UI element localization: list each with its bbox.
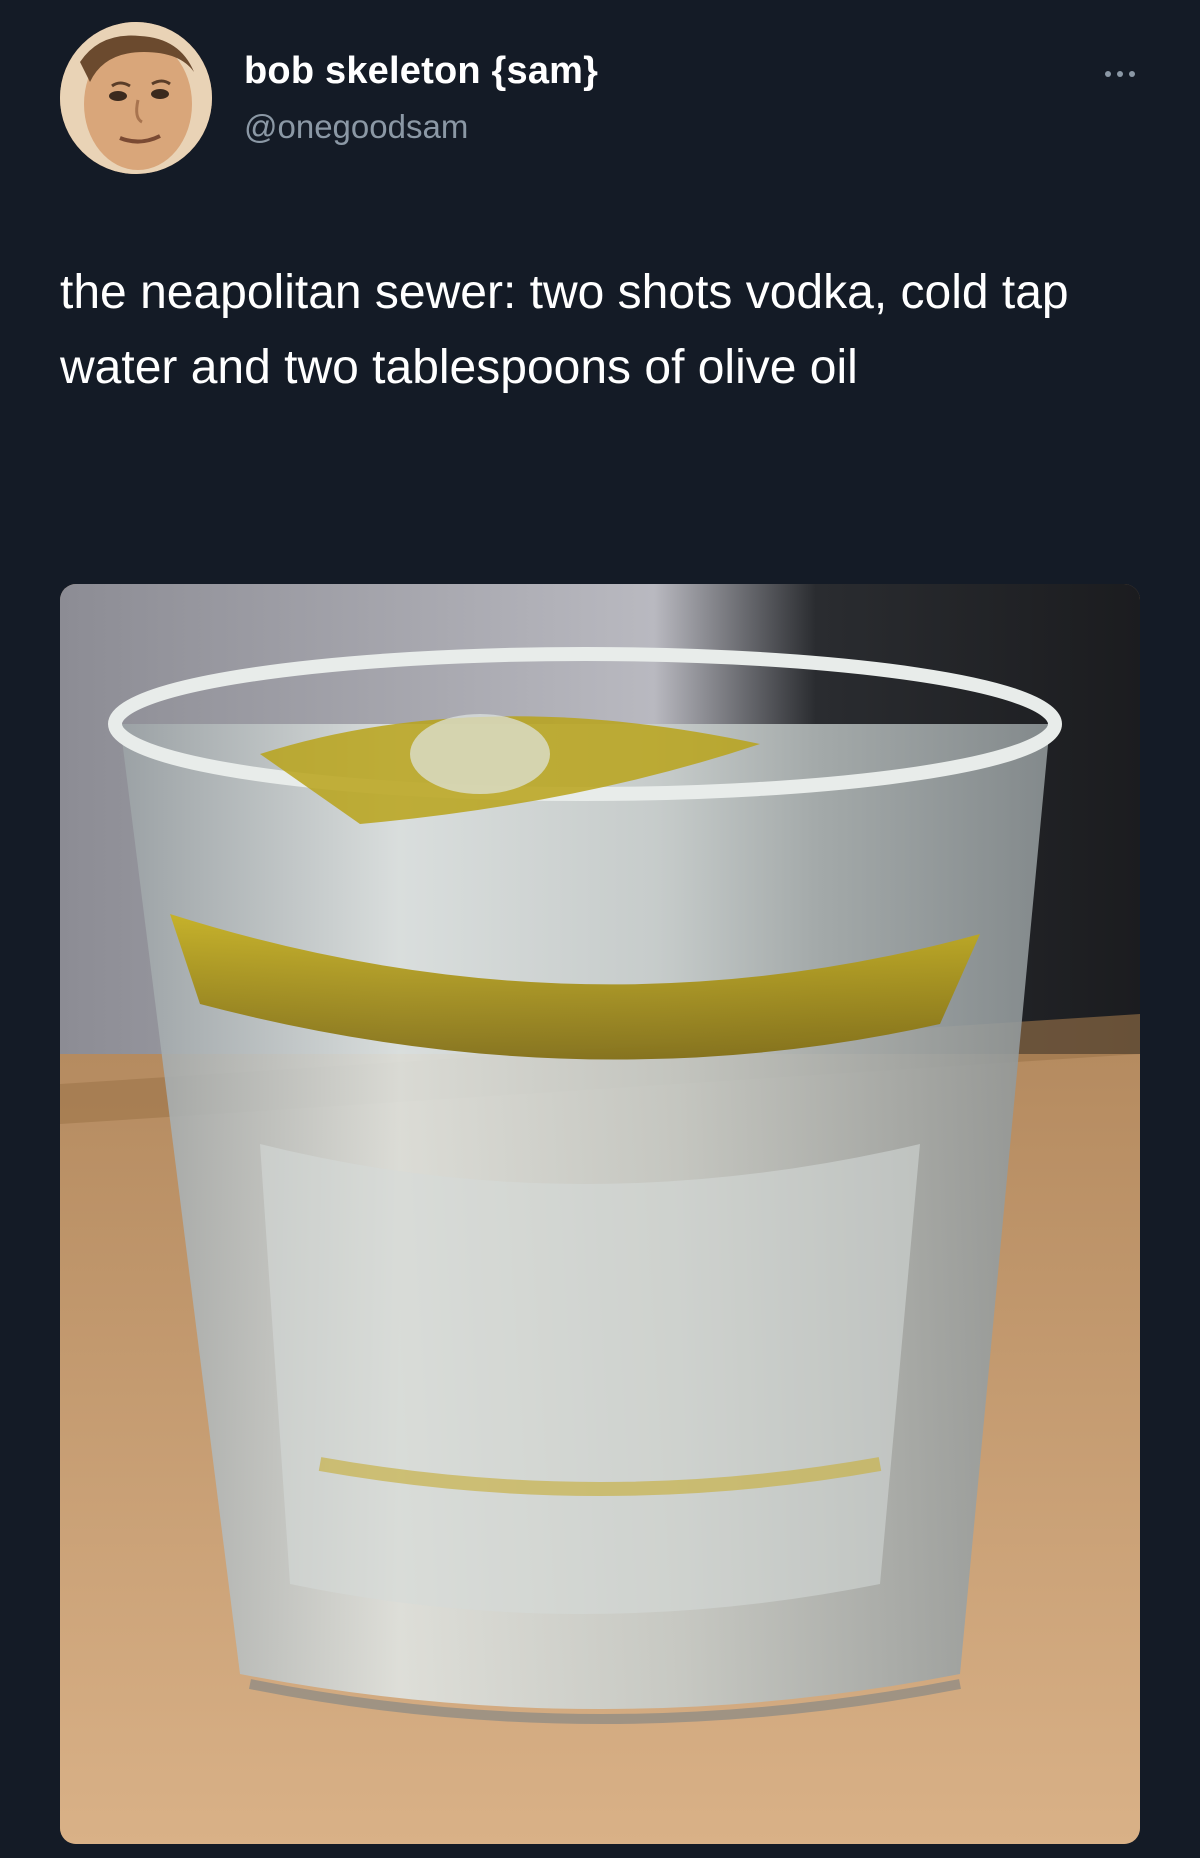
drink-glass-photo-icon xyxy=(60,584,1140,1844)
user-avatar-icon xyxy=(60,22,212,174)
user-handle[interactable]: @onegoodsam xyxy=(244,108,468,146)
tweet-text: the neapolitan sewer: two shots vodka, c… xyxy=(60,266,1069,394)
avatar[interactable] xyxy=(60,22,212,174)
more-options-icon[interactable] xyxy=(1092,60,1148,88)
display-name[interactable]: bob skeleton {sam} xyxy=(244,50,598,93)
tweet-card: bob skeleton {sam} @onegoodsam the neapo… xyxy=(0,0,1200,1858)
tweet-photo[interactable] xyxy=(60,584,1140,1844)
